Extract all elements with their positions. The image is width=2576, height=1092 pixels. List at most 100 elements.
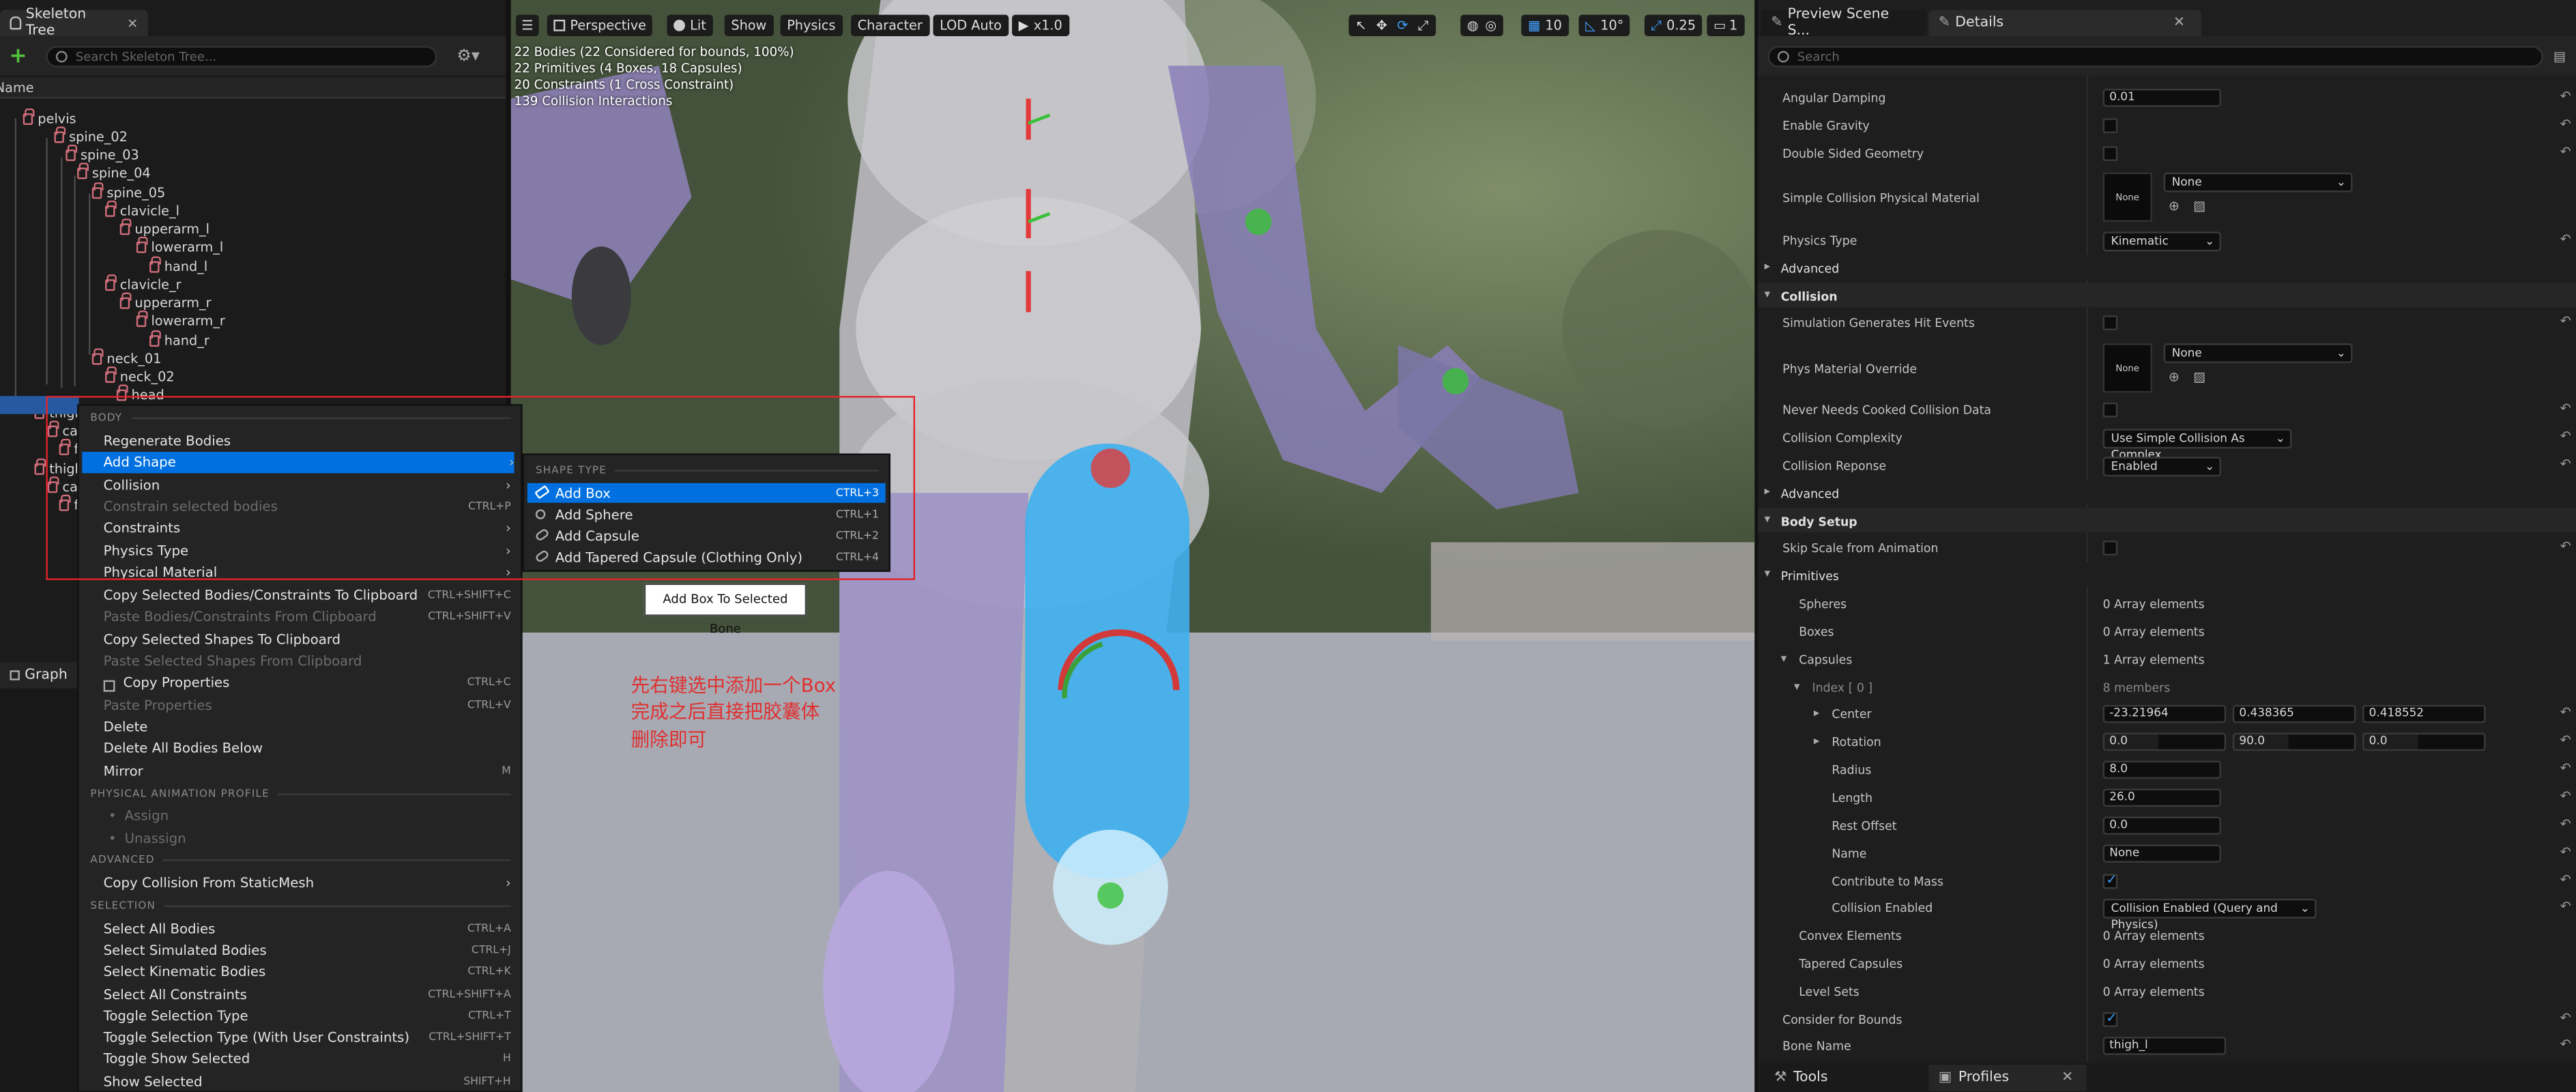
prop-row-level-sets[interactable]: Level Sets 0 Array elements <box>1758 977 2576 1005</box>
prop-row-primitives[interactable]: ▾ Primitives <box>1758 562 2576 587</box>
consider-bounds-checkbox[interactable]: ✓ <box>2102 1011 2118 1027</box>
bone-name-input[interactable]: thigh_l <box>2102 1037 2227 1055</box>
prop-row-capsules[interactable]: ▾ Capsules 1 Array elements <box>1758 646 2576 674</box>
reset-arrow-icon[interactable]: ↶ <box>2560 231 2571 246</box>
chevron-right-icon[interactable]: ▸ <box>1814 734 1819 747</box>
chevron-right-icon[interactable]: ▸ <box>1765 485 1770 498</box>
reset-arrow-icon[interactable]: ↶ <box>2560 1011 2571 1026</box>
response-dropdown[interactable]: Enabled ⌄ <box>2102 457 2221 477</box>
add-button[interactable]: + <box>5 44 31 68</box>
tab-graph[interactable]: Graph <box>0 662 79 689</box>
use-selected-icon[interactable]: ⊕ <box>2169 199 2180 214</box>
reset-arrow-icon[interactable]: ↶ <box>2560 429 2571 444</box>
world-local-toggle[interactable]: ◍ ◎ <box>1460 14 1503 36</box>
reset-arrow-icon[interactable]: ↶ <box>2560 817 2571 832</box>
menu-item-toggle-show[interactable]: Toggle Show Selected H <box>104 1048 511 1069</box>
prop-row-convex[interactable]: Convex Elements 0 Array elements <box>1758 922 2576 950</box>
camera-speed-button[interactable]: ▭ 1 <box>1707 14 1744 36</box>
bone-spine-03[interactable]: spine_03 <box>66 144 139 164</box>
menu-item-sel-sim[interactable]: Select Simulated Bodies CTRL+J <box>104 940 511 961</box>
lit-button[interactable]: Lit <box>667 14 713 36</box>
close-icon[interactable]: ✕ <box>2061 1069 2073 1086</box>
rotation-z-input[interactable]: 0.0 <box>2362 732 2486 751</box>
play-speed-button[interactable]: ▶ x1.0 <box>1012 14 1069 36</box>
prop-row-collision-cat[interactable]: ▾ Collision <box>1758 283 2576 308</box>
bone-neck-02[interactable]: neck_02 <box>105 366 175 386</box>
bone-clavicle-l[interactable]: clavicle_l <box>105 200 179 220</box>
use-selected-icon[interactable]: ⊕ <box>2169 370 2180 385</box>
center-y-input[interactable]: 0.438365 <box>2232 704 2356 723</box>
chevron-down-icon[interactable]: ▾ <box>1765 567 1770 580</box>
physics-type-dropdown[interactable]: Kinematic ⌄ <box>2102 231 2221 252</box>
sim-hit-checkbox[interactable] <box>2102 315 2118 330</box>
bone-hand-l[interactable]: hand_l <box>149 256 207 276</box>
bone-pelvis[interactable]: pelvis <box>23 108 76 128</box>
chevron-right-icon[interactable]: ▸ <box>1765 259 1770 272</box>
menu-item-sel-kin[interactable]: Select Kinematic Bodies CTRL+K <box>104 961 511 982</box>
bone-lowerarm-l[interactable]: lowerarm_l <box>136 236 223 256</box>
reset-arrow-icon[interactable]: ↶ <box>2560 899 2571 914</box>
bone-clavicle-r[interactable]: clavicle_r <box>105 274 182 293</box>
chevron-down-icon[interactable]: ▾ <box>1765 287 1770 300</box>
rotation-x-input[interactable]: 0.0 <box>2102 732 2227 751</box>
reset-arrow-icon[interactable]: ↶ <box>2560 789 2571 804</box>
grid-snap-button[interactable]: ▦ 10 <box>1521 14 1569 36</box>
tab-profiles[interactable]: ▣ Profiles ✕ <box>1928 1065 2087 1091</box>
scale-icon[interactable]: ⤢ <box>1418 17 1428 33</box>
chevron-down-icon[interactable]: ▾ <box>1765 513 1770 526</box>
reset-arrow-icon[interactable]: ↶ <box>2560 761 2571 776</box>
lod-button[interactable]: LOD Auto <box>933 14 1009 36</box>
bone-lowerarm-r[interactable]: lowerarm_r <box>136 311 225 330</box>
prop-row-body-setup[interactable]: ▾ Body Setup <box>1758 507 2576 533</box>
material-thumbnail[interactable]: None <box>2102 172 2152 222</box>
browse-icon[interactable]: ▨ <box>2193 370 2205 385</box>
rotation-y-input[interactable]: 90.0 <box>2232 732 2356 751</box>
prop-row-index0[interactable]: ▾ Index [ 0 ] 8 members <box>1758 674 2576 702</box>
menu-item-copy-props[interactable]: Copy Properties CTRL+C <box>103 672 511 693</box>
menu-item-show-sel[interactable]: Show Selected SHIFT+H <box>104 1072 511 1092</box>
reset-arrow-icon[interactable]: ↶ <box>2560 117 2571 132</box>
complexity-dropdown[interactable]: Use Simple Collision As Complex ⌄ <box>2102 429 2292 462</box>
reset-arrow-icon[interactable]: ↶ <box>2560 314 2571 329</box>
name-input[interactable]: None <box>2102 844 2221 863</box>
menu-item-delete-below[interactable]: Delete All Bodies Below <box>104 738 511 759</box>
menu-item-copy-shapes[interactable]: Copy Selected Shapes To Clipboard <box>104 629 511 650</box>
reset-arrow-icon[interactable]: ↶ <box>2560 401 2571 416</box>
prop-row-advanced2[interactable]: ▸ Advanced <box>1758 479 2576 505</box>
angular-damping-input[interactable]: 0.01 <box>2102 89 2221 107</box>
double-sided-checkbox[interactable] <box>2102 146 2118 161</box>
menu-item-copy-collision[interactable]: Copy Collision From StaticMesh › <box>104 872 511 893</box>
scale-snap-button[interactable]: ⤢ 0.25 <box>1644 14 1703 36</box>
menu-item-toggle-sel-uc[interactable]: Toggle Selection Type (With User Constra… <box>104 1027 511 1048</box>
character-button[interactable]: Character <box>851 14 929 36</box>
settings-gear-icon[interactable]: ⚙▾ <box>452 46 484 66</box>
material-dropdown[interactable]: None ⌄ <box>2163 172 2353 192</box>
reset-arrow-icon[interactable]: ↶ <box>2560 1037 2571 1052</box>
prop-row-advanced1[interactable]: ▸ Advanced <box>1758 255 2576 280</box>
prop-row-tapered[interactable]: Tapered Capsules 0 Array elements <box>1758 950 2576 978</box>
never-cooked-checkbox[interactable] <box>2102 402 2118 418</box>
reset-arrow-icon[interactable]: ↶ <box>2560 844 2571 859</box>
length-input[interactable]: 26.0 <box>2102 788 2221 807</box>
tab-tools[interactable]: ⚒ Tools <box>1765 1065 1929 1091</box>
menu-item-toggle-sel[interactable]: Toggle Selection Type CTRL+T <box>104 1005 511 1026</box>
center-z-input[interactable]: 0.418552 <box>2362 704 2486 723</box>
menu-item-delete[interactable]: Delete <box>104 717 511 738</box>
reset-arrow-icon[interactable]: ↶ <box>2560 145 2571 160</box>
material-dropdown[interactable]: None ⌄ <box>2163 343 2353 364</box>
material-thumbnail[interactable]: None <box>2102 343 2152 393</box>
chevron-down-icon[interactable]: ▾ <box>1794 680 1799 693</box>
menu-item-copy-bodies[interactable]: Copy Selected Bodies/Constraints To Clip… <box>104 585 511 606</box>
select-icon[interactable]: ↖ <box>1355 18 1366 33</box>
coll-enabled-dropdown[interactable]: Collision Enabled (Query and Physics) ⌄ <box>2102 898 2317 932</box>
close-icon[interactable]: ✕ <box>127 16 138 31</box>
radius-input[interactable]: 8.0 <box>2102 760 2221 779</box>
bone-spine-02[interactable]: spine_02 <box>54 126 128 146</box>
move-icon[interactable]: ✥ <box>1376 18 1387 33</box>
viewport-menu-button[interactable]: ☰ <box>515 14 539 36</box>
reset-arrow-icon[interactable]: ↶ <box>2560 89 2571 104</box>
prop-row-spheres[interactable]: Spheres 0 Array elements <box>1758 590 2576 618</box>
reset-arrow-icon[interactable]: ↶ <box>2560 539 2571 554</box>
rotate-icon[interactable]: ⟳ <box>1397 18 1408 33</box>
reset-arrow-icon[interactable]: ↶ <box>2560 872 2571 887</box>
